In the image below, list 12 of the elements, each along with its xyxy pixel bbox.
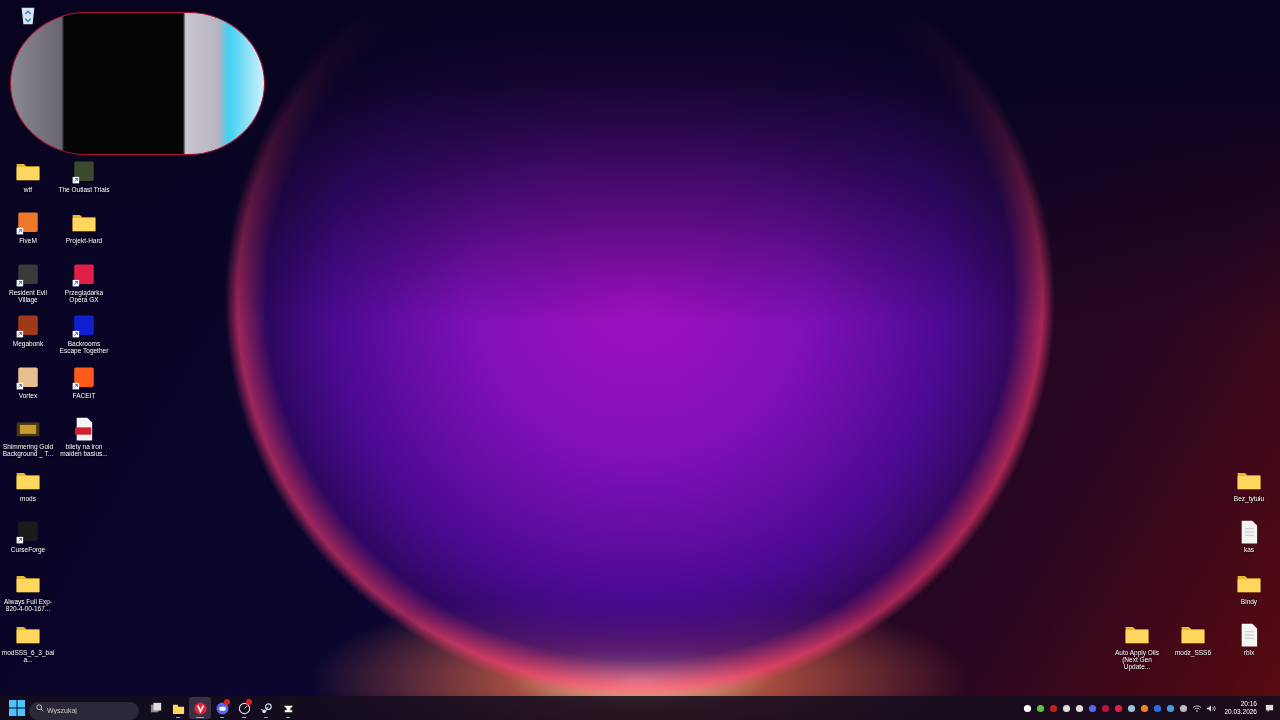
- start-icon[interactable]: [9, 700, 25, 716]
- browser-icon: [193, 701, 207, 715]
- anvil-icon: [281, 701, 295, 715]
- taskbar-app-button[interactable]: [189, 697, 211, 719]
- task-view-icon: [150, 702, 162, 714]
- dial-icon: [237, 701, 251, 715]
- speaker-icon[interactable]: [1206, 703, 1217, 713]
- steam-icon: [259, 701, 273, 715]
- search-icon: [36, 704, 44, 712]
- chat-app-icon: [215, 701, 229, 715]
- wifi-icon[interactable]: [1192, 703, 1203, 713]
- notification-icon[interactable]: [1265, 703, 1274, 713]
